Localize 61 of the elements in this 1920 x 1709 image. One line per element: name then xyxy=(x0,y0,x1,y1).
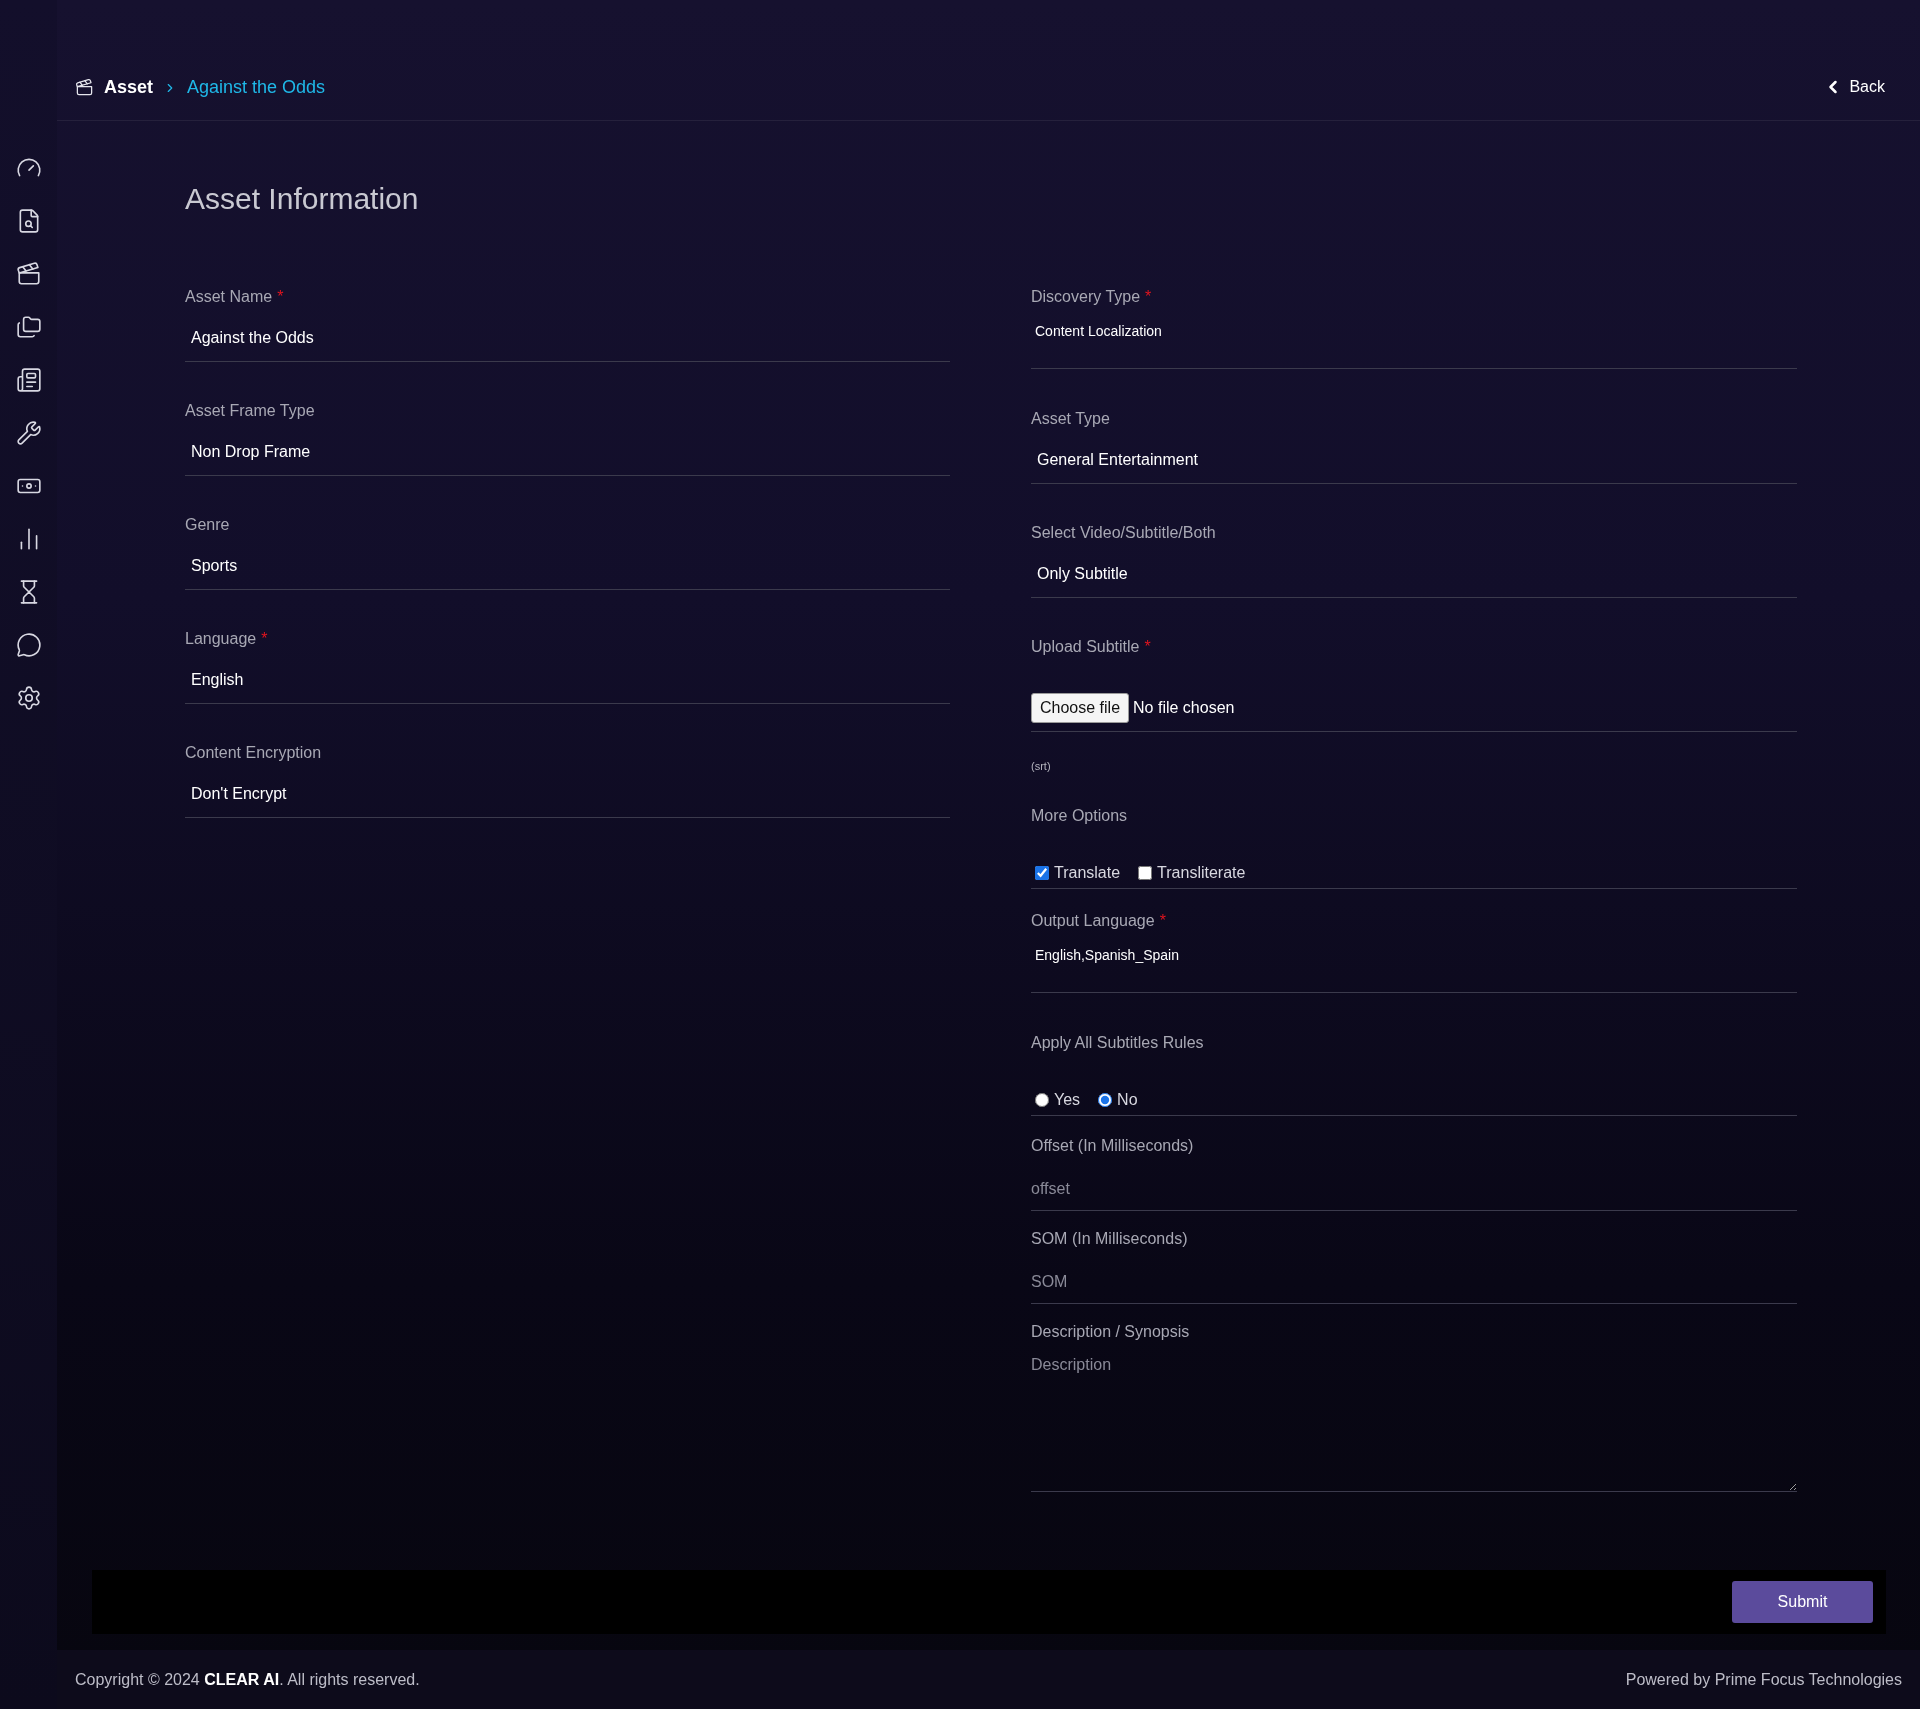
input-field[interactable]: SOM xyxy=(1031,1249,1797,1304)
field-value: Only Subtitle xyxy=(1036,564,1128,584)
select-field[interactable]: Sports xyxy=(185,535,950,590)
field-label: Asset Type xyxy=(1031,409,1111,429)
field-label: More Options xyxy=(1031,806,1129,826)
field-value: Against the Odds xyxy=(190,328,314,348)
field-value: Content Localization xyxy=(1035,322,1162,341)
select-field[interactable]: Content Localization xyxy=(1031,307,1797,369)
select-field[interactable]: Non Drop Frame xyxy=(185,421,950,476)
input-field[interactable]: offset xyxy=(1031,1156,1797,1211)
select-field[interactable]: English,Spanish_Spain xyxy=(1031,931,1797,993)
field-value: Sports xyxy=(190,556,238,576)
option-label: Yes xyxy=(1054,1091,1081,1109)
field-label: Discovery Type * xyxy=(1031,287,1153,307)
checkbox[interactable] xyxy=(1035,866,1049,880)
field-label: Content Encryption xyxy=(185,743,323,763)
field-label: Genre xyxy=(185,515,231,535)
folders-icon[interactable] xyxy=(15,314,42,340)
radio-button[interactable] xyxy=(1098,1093,1113,1107)
page-title: Asset Information xyxy=(185,181,420,217)
layout-icon[interactable] xyxy=(15,367,42,393)
field-value: General Entertainment xyxy=(1036,450,1198,470)
select-field[interactable]: English xyxy=(185,649,950,704)
wrench-icon[interactable] xyxy=(15,420,42,446)
textarea-field[interactable]: Description xyxy=(1031,1342,1797,1492)
option-label: No xyxy=(1117,1091,1138,1109)
back-button[interactable]: Back xyxy=(1823,77,1885,97)
field-value: Don't Encrypt xyxy=(190,784,287,804)
field-label: Upload Subtitle * xyxy=(1031,637,1152,657)
copyright-text: Copyright © 2024 CLEAR AI. All rights reserved. xyxy=(75,1670,420,1689)
option-label: Translate xyxy=(1054,864,1121,882)
choose-file-button[interactable]: Choose file xyxy=(1031,693,1130,723)
field-value: English,Spanish_Spain xyxy=(1035,946,1179,965)
settings-icon[interactable] xyxy=(15,685,42,711)
file-hint: (srt) xyxy=(1031,760,1052,772)
submit-button[interactable]: Submit xyxy=(1732,1581,1873,1623)
field-label: Language * xyxy=(185,629,269,649)
field-label: Select Video/Subtitle/Both xyxy=(1031,523,1217,543)
clapperboard-icon xyxy=(75,78,94,97)
radio-button[interactable] xyxy=(1035,1093,1049,1107)
file-status: No file chosen xyxy=(1133,699,1235,717)
field-value: Non Drop Frame xyxy=(190,442,311,462)
field-label: SOM (In Milliseconds) xyxy=(1031,1229,1189,1249)
select-field[interactable]: Against the Odds xyxy=(185,307,950,362)
select-field[interactable]: Don't Encrypt xyxy=(185,763,950,818)
field-label: Asset Name * xyxy=(185,287,285,307)
select-field[interactable]: Only Subtitle xyxy=(1031,543,1797,598)
field-label: Offset (In Milliseconds) xyxy=(1031,1136,1195,1156)
field-label: Asset Frame Type xyxy=(185,401,316,421)
breadcrumb-link[interactable]: Against the Odds xyxy=(187,77,326,98)
checkbox[interactable] xyxy=(1138,866,1153,880)
chat-icon[interactable] xyxy=(15,632,42,658)
field-value: English xyxy=(190,670,244,690)
powered-by-text: Powered by Prime Focus Technologies xyxy=(1625,1670,1902,1689)
clapperboard-icon[interactable] xyxy=(15,261,42,287)
field-label: Apply All Subtitles Rules xyxy=(1031,1033,1205,1053)
breadcrumb-link[interactable]: Asset xyxy=(104,77,154,98)
select-field[interactable]: General Entertainment xyxy=(1031,429,1797,484)
field-label: Output Language * xyxy=(1031,911,1167,931)
option-label: Transliterate xyxy=(1157,864,1246,882)
field-label: Description / Synopsis xyxy=(1031,1322,1191,1342)
